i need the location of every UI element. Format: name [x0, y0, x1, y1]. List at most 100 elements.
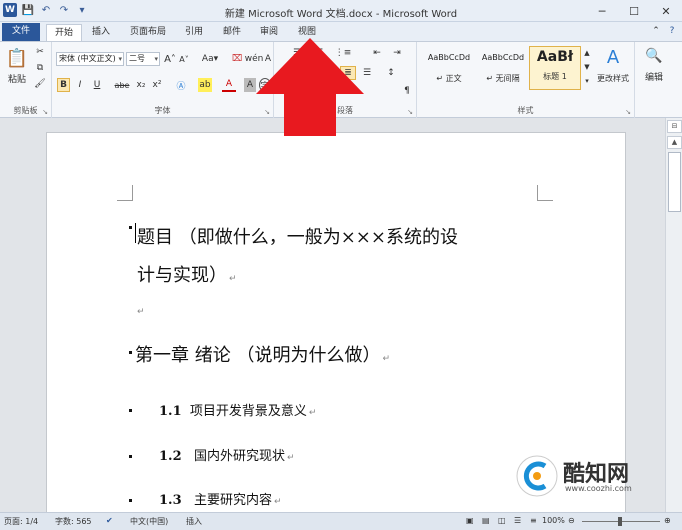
paragraph-launcher-icon[interactable]: ↘: [407, 108, 413, 116]
zoom-out-icon[interactable]: ⊖: [568, 516, 575, 525]
page-count[interactable]: 页面: 1/4: [4, 516, 38, 527]
style-normal-sample: AaBbCcDd: [427, 53, 471, 62]
scroll-up-icon[interactable]: ▲: [667, 136, 682, 149]
close-button[interactable]: ✕: [650, 0, 682, 22]
maximize-button[interactable]: ☐: [618, 0, 650, 22]
style-no-spacing-sample: AaBbCcDd: [481, 53, 525, 62]
scroll-thumb[interactable]: [668, 152, 681, 212]
paste-button[interactable]: 粘贴: [5, 72, 29, 85]
title-line2-text: 计与实现）: [137, 265, 227, 286]
watermark-url: www.coozhi.com: [565, 484, 632, 493]
tab-file[interactable]: 文件: [2, 23, 41, 41]
copy-icon[interactable]: ⧉: [34, 62, 46, 74]
chapter-heading[interactable]: 第一章 绪论 （说明为什么做） ↵: [135, 341, 390, 367]
help-icon[interactable]: ?: [666, 25, 678, 37]
format-painter-icon[interactable]: 🖌: [34, 78, 46, 90]
para-mark: ↵: [308, 408, 317, 418]
text-effects-icon[interactable]: Ⓐ: [174, 78, 188, 92]
zoom-slider-thumb[interactable]: [618, 517, 622, 526]
chapter-text: 第一章 绪论 （说明为什么做）: [135, 345, 381, 366]
styles-launcher-icon[interactable]: ↘: [625, 108, 631, 116]
heading-bullet: [129, 226, 132, 229]
section-1-1-num: 1.1: [159, 404, 182, 419]
clipboard-launcher-icon[interactable]: ↘: [42, 108, 48, 116]
minimize-button[interactable]: ─: [586, 0, 618, 22]
char-shading-icon[interactable]: A: [244, 78, 256, 92]
editing-button[interactable]: 编辑: [639, 70, 669, 83]
tab-home[interactable]: 开始: [46, 24, 83, 41]
change-styles-button[interactable]: 更改样式: [593, 72, 633, 84]
line-spacing-icon[interactable]: ↕: [384, 66, 398, 80]
styles-scroll-up-icon[interactable]: ▲: [583, 46, 591, 60]
change-case-icon[interactable]: Aa▾: [202, 52, 218, 66]
proofing-icon[interactable]: ✔: [106, 516, 113, 525]
strikethrough-button[interactable]: abe: [114, 78, 130, 92]
font-group: 宋体 (中文正文) ▾ 二号 ▾ A˄ A˅ Aa▾ ⌧ wén A B I U a…: [52, 42, 274, 118]
superscript-button[interactable]: x²: [150, 78, 164, 92]
cut-icon[interactable]: ✂: [34, 46, 46, 58]
increase-indent-icon[interactable]: ⇥: [390, 46, 404, 60]
paste-icon[interactable]: 📋: [6, 46, 28, 70]
clipboard-group: 📋 粘贴 ✂ ⧉ 🖌 剪贴板 ↘: [0, 42, 52, 118]
zoom-level[interactable]: 100%: [542, 516, 565, 525]
web-layout-icon[interactable]: ◫: [498, 516, 506, 525]
styles-more-icon[interactable]: ▾: [583, 74, 591, 88]
item-bullet: [129, 499, 132, 502]
zoom-in-icon[interactable]: ⊕: [664, 516, 671, 525]
tab-insert[interactable]: 插入: [84, 24, 118, 41]
highlight-icon[interactable]: ab: [198, 78, 212, 92]
section-1-1[interactable]: 1.1 项目开发背景及意义 ↵: [159, 400, 316, 419]
draft-icon[interactable]: ≡: [530, 516, 537, 525]
italic-button[interactable]: I: [74, 78, 86, 92]
section-1-3[interactable]: 1.3 主要研究内容 ↵: [159, 489, 282, 508]
word-count[interactable]: 字数: 565: [55, 516, 92, 527]
item-bullet: [129, 455, 132, 458]
para-mark: ↵: [287, 453, 295, 463]
tab-references[interactable]: 引用: [177, 24, 211, 41]
font-group-label: 字体: [154, 106, 171, 115]
decrease-indent-icon[interactable]: ⇤: [370, 46, 384, 60]
print-layout-icon[interactable]: ▣: [466, 516, 474, 525]
underline-button[interactable]: U: [90, 78, 104, 92]
shrink-font-icon[interactable]: A˅: [178, 52, 190, 66]
subscript-button[interactable]: x₂: [134, 78, 148, 92]
clear-format-icon[interactable]: ⌧: [230, 52, 244, 66]
coozhi-watermark: 酷知网 www.coozhi.com: [515, 452, 675, 502]
outline-icon[interactable]: ☰: [514, 516, 521, 525]
style-normal-name: ↵ 正文: [436, 74, 462, 83]
full-screen-icon[interactable]: ▤: [482, 516, 490, 525]
styles-scroll-down-icon[interactable]: ▼: [583, 60, 591, 74]
font-color-icon[interactable]: A: [222, 78, 236, 92]
style-no-spacing[interactable]: AaBbCcDd ↵ 无间隔: [477, 46, 529, 90]
section-1-2[interactable]: 1.2 国内外研究现状 ↵: [159, 445, 295, 464]
ruler-toggle-icon[interactable]: ⊟: [667, 120, 682, 133]
coozhi-logo-icon: [516, 455, 558, 497]
section-1-3-num: 1.3: [159, 493, 182, 508]
red-arrow-annotation: [256, 38, 364, 136]
grow-font-icon[interactable]: A˄: [164, 52, 176, 66]
font-name-combo[interactable]: 宋体 (中文正文) ▾: [56, 52, 124, 66]
style-heading1-sample: AaBł: [536, 49, 574, 65]
collapse-ribbon-icon[interactable]: ⌃: [650, 25, 662, 37]
language[interactable]: 中文(中国): [130, 516, 168, 527]
chapter-bullet: [129, 351, 132, 354]
status-bar: 页面: 1/4 字数: 565 ✔ 中文(中国) 插入 ▣ ▤ ◫ ☰ ≡ 10…: [0, 512, 682, 530]
style-heading1[interactable]: AaBł 标题 1: [529, 46, 581, 90]
section-1-3-text: 主要研究内容: [194, 493, 273, 508]
style-normal[interactable]: AaBbCcDd ↵ 正文: [423, 46, 475, 90]
text-cursor: [135, 223, 136, 243]
tab-mailings[interactable]: 邮件: [215, 24, 249, 41]
para-mark: ↵: [382, 354, 390, 364]
find-icon[interactable]: 🔍: [645, 46, 663, 66]
document-title-line2[interactable]: 计与实现） ↵: [137, 261, 237, 287]
bold-button[interactable]: B: [57, 78, 70, 92]
show-marks-icon[interactable]: ¶: [400, 84, 414, 98]
empty-para-mark: ↵: [137, 307, 145, 317]
style-heading1-name: 标题 1: [543, 72, 567, 81]
change-styles-icon[interactable]: A: [601, 46, 625, 68]
insert-mode[interactable]: 插入: [186, 516, 202, 527]
font-size-combo[interactable]: 二号 ▾: [126, 52, 160, 66]
margin-mark-right: [537, 185, 553, 201]
tab-page-layout[interactable]: 页面布局: [122, 24, 174, 41]
document-title-line1[interactable]: 题目 （即做什么，一般为×××系统的设: [137, 223, 458, 249]
